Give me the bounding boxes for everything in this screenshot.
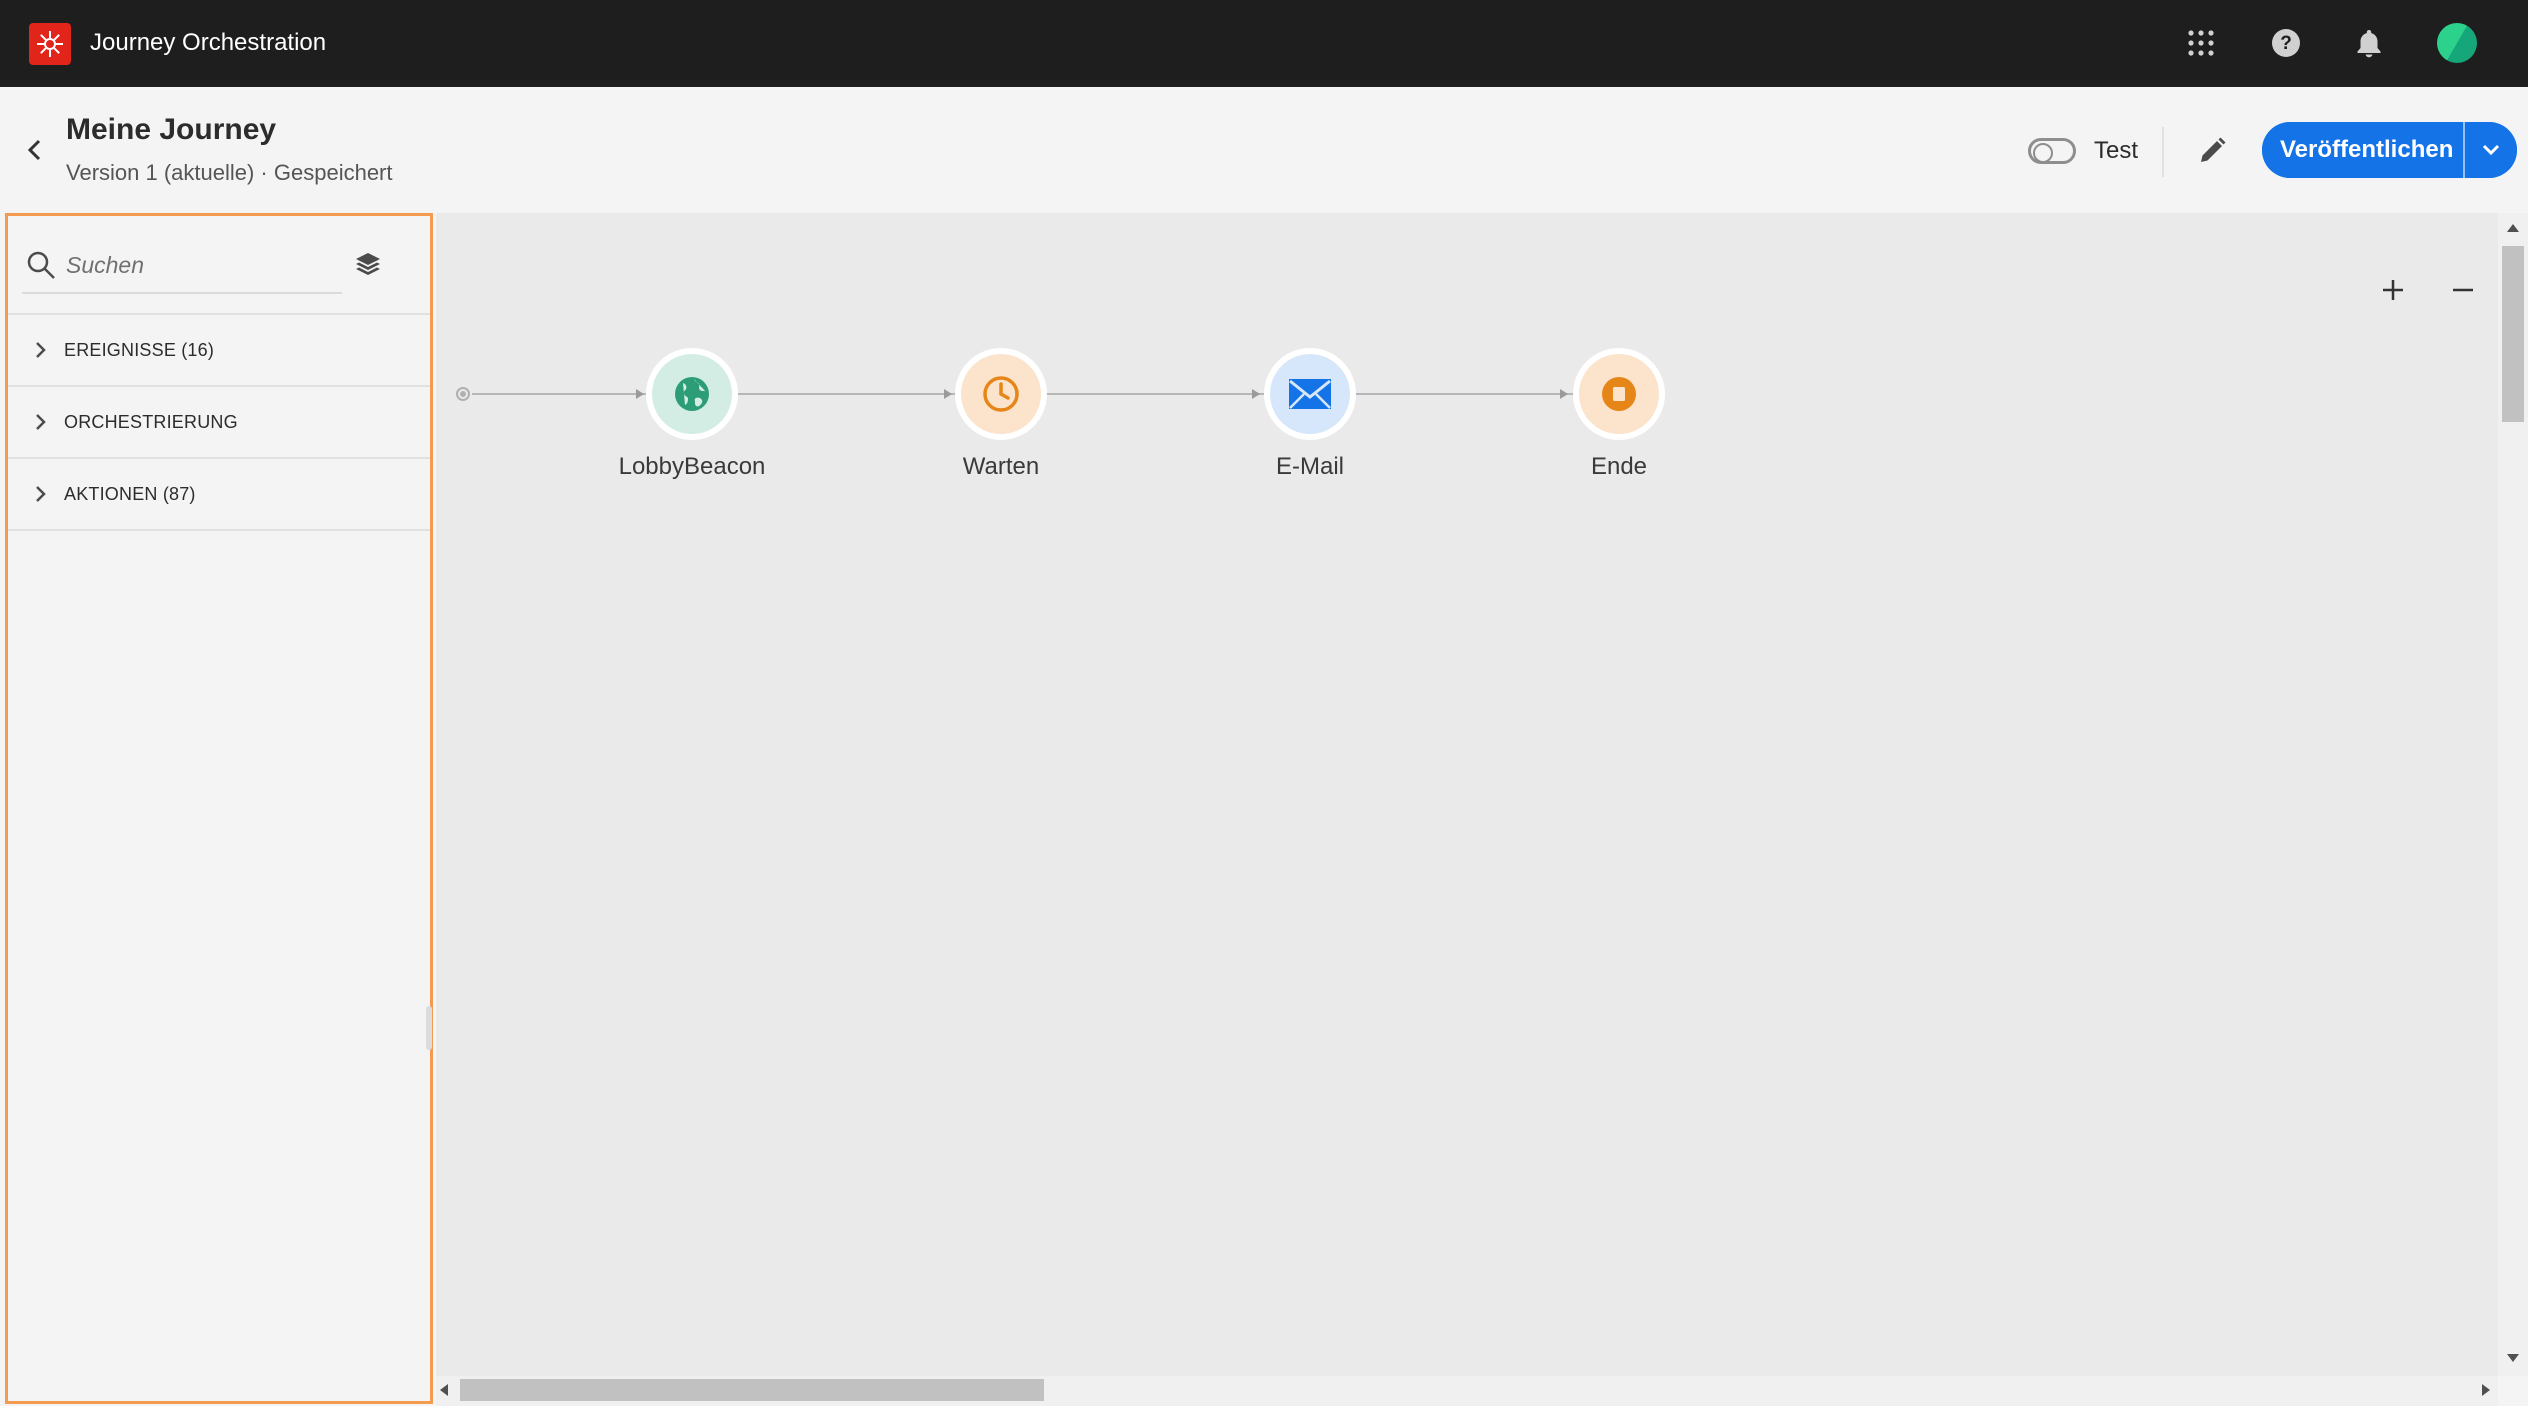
help-icon[interactable]: ? [2265,22,2307,64]
category-label: AKTIONEN (87) [64,483,196,504]
scroll-up-arrow-icon[interactable] [2507,224,2519,232]
chevron-right-icon [28,482,52,506]
category-orchestration[interactable]: ORCHESTRIERUNG [8,387,430,459]
layers-icon[interactable] [348,246,388,286]
adobe-logo-icon[interactable] [29,23,71,65]
journey-start-point [456,387,470,401]
connector-line [1046,393,1282,395]
category-list: EREIGNISSE (16) ORCHESTRIERUNG AKTIONEN … [8,313,430,531]
publish-button-group: Veröffentlichen [2262,122,2518,178]
chevron-right-icon [28,410,52,434]
category-label: EREIGNISSE (16) [64,339,215,360]
publish-button[interactable]: Veröffentlichen [2262,122,2464,178]
journey-node-email[interactable] [1264,348,1356,440]
horizontal-scroll-thumb[interactable] [460,1379,1044,1401]
activity-palette-panel: EREIGNISSE (16) ORCHESTRIERUNG AKTIONEN … [5,213,433,1404]
globe-icon [652,354,732,434]
search-field [22,238,342,294]
node-label: E-Mail [1275,453,1344,480]
header-divider [2162,127,2164,177]
journey-node-event[interactable] [646,348,738,440]
chevron-down-icon[interactable] [2465,122,2518,178]
journey-version-status: Version 1 (aktuelle) · Gespeichert [66,160,393,185]
node-label: Ende [1590,453,1648,480]
search-icon [22,246,60,284]
vertical-scroll-thumb[interactable] [2502,246,2524,422]
journey-node-wait[interactable] [955,348,1047,440]
zoom-out-icon[interactable] [2441,268,2485,312]
user-avatar[interactable] [2436,22,2478,64]
category-label: ORCHESTRIERUNG [64,411,238,432]
apps-grid-icon[interactable] [2180,22,2222,64]
journey-title[interactable]: Meine Journey [66,113,276,147]
search-input[interactable] [60,245,330,285]
clock-icon [961,354,1041,434]
zoom-in-icon[interactable] [2371,268,2415,312]
scroll-left-arrow-icon[interactable] [440,1384,448,1396]
node-label: Warten [962,453,1040,480]
node-label: LobbyBeacon [618,453,766,480]
scroll-down-arrow-icon[interactable] [2507,1354,2519,1362]
connector-arrow [1560,389,1568,399]
stop-icon [1579,354,1659,434]
app-title[interactable]: Journey Orchestration [90,27,326,59]
connector-line [736,393,972,395]
chevron-right-icon [28,338,52,362]
email-icon [1270,354,1350,434]
connector-arrow [636,389,644,399]
connector-arrow [1252,389,1260,399]
journey-node-end[interactable] [1573,348,1665,440]
journey-canvas[interactable]: LobbyBeacon Warten E-Mail Ende [436,213,2498,1376]
svg-text:?: ? [2280,33,2292,54]
test-mode-toggle[interactable] [2028,138,2076,164]
journey-header: Meine Journey Version 1 (aktuelle) · Ges… [0,87,2528,213]
connector-arrow [944,389,952,399]
test-toggle-label: Test [2094,137,2139,164]
category-actions[interactable]: AKTIONEN (87) [8,459,430,531]
top-navigation-bar: Journey Orchestration ? [0,0,2528,87]
category-events[interactable]: EREIGNISSE (16) [8,315,430,387]
panel-resize-handle[interactable] [426,1006,432,1050]
scroll-right-arrow-icon[interactable] [2482,1384,2490,1396]
edit-pencil-icon[interactable] [2192,131,2232,171]
publish-split-divider [2463,122,2466,178]
notifications-bell-icon[interactable] [2348,22,2390,64]
back-arrow-icon[interactable] [18,133,52,167]
connector-line [1354,393,1590,395]
